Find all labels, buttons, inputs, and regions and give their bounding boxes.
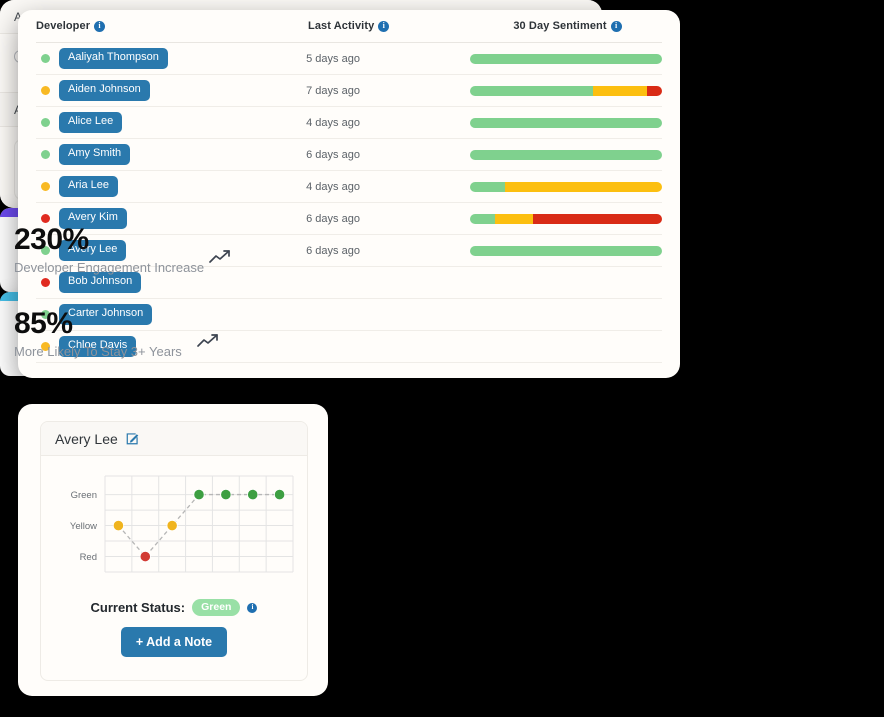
cell-last-activity: 5 days ago xyxy=(306,52,360,65)
avery-lee-title: Avery Lee xyxy=(55,430,118,447)
info-icon[interactable]: i xyxy=(94,20,106,32)
cell-last-activity: 4 days ago xyxy=(306,116,360,129)
cell-last-activity: 4 days ago xyxy=(306,180,360,193)
status-badge: Green xyxy=(192,599,241,616)
cell-sentiment xyxy=(470,245,662,256)
y-axis-tick-label: Green xyxy=(71,490,97,501)
sentiment-segment-green xyxy=(470,213,495,224)
sentiment-segment-green xyxy=(470,117,662,128)
sentiment-segment-yellow xyxy=(592,85,647,96)
status-dot-yellow xyxy=(41,181,50,191)
column-header-developer: Developer i xyxy=(36,20,308,32)
table-row[interactable]: Alice Lee 4 days ago xyxy=(36,107,662,139)
kpi-retention-value: 85% xyxy=(14,307,73,340)
current-status-row: Current Status: Green i xyxy=(41,599,307,616)
table-row[interactable]: Aiden Johnson 7 days ago xyxy=(36,75,662,107)
cell-sentiment xyxy=(470,213,662,224)
chart-data-point[interactable] xyxy=(112,519,125,532)
status-dot-green xyxy=(41,53,50,63)
avery-lee-card: Avery Lee Green Yellow Red Current Status:… xyxy=(40,421,308,681)
table-header-row: Developer i Last Activity i 30 Day Senti… xyxy=(36,10,662,43)
table-row[interactable]: Aria Lee 4 days ago xyxy=(36,171,662,203)
status-history-svg: Green Yellow Red xyxy=(70,475,294,573)
column-header-sentiment-label: 30 Day Sentiment xyxy=(513,20,607,32)
kpi-retention-body: 85% More Likely To Stay 3+ Years xyxy=(0,301,238,359)
sentiment-segment-green xyxy=(470,149,662,160)
chart-data-point[interactable] xyxy=(273,488,286,501)
screenshot-root: Developer i Last Activity i 30 Day Senti… xyxy=(0,0,884,717)
column-header-developer-label: Developer xyxy=(36,20,91,32)
table-row[interactable]: Aaliyah Thompson 5 days ago xyxy=(36,43,662,75)
sentiment-bar xyxy=(470,149,662,160)
kpi-engagement-value: 230% xyxy=(14,223,89,256)
cell-sentiment xyxy=(470,53,662,64)
trend-up-icon xyxy=(208,248,234,271)
cell-developer: Aaliyah Thompson xyxy=(36,48,306,69)
developer-name-badge[interactable]: Amy Smith xyxy=(59,144,131,165)
cell-sentiment xyxy=(470,85,662,96)
trend-up-icon xyxy=(196,332,222,355)
chart-data-point[interactable] xyxy=(220,488,232,501)
current-status-label: Current Status: xyxy=(90,600,186,615)
y-axis-tick-label: Yellow xyxy=(70,521,97,532)
column-header-last-activity-label: Last Activity xyxy=(308,20,375,32)
cell-last-activity: 7 days ago xyxy=(306,84,360,97)
developer-name-badge[interactable]: Aria Lee xyxy=(59,176,118,197)
column-header-last-activity: Last Activity i xyxy=(308,20,473,32)
sentiment-segment-green xyxy=(470,53,662,64)
chart-data-point[interactable] xyxy=(247,488,259,501)
status-dot-green xyxy=(41,117,50,127)
add-note-button[interactable]: + Add a Note xyxy=(120,627,228,657)
cell-developer: Aria Lee xyxy=(36,176,306,197)
developer-name-badge[interactable]: Bob Johnson xyxy=(59,272,142,293)
sentiment-bar xyxy=(470,53,662,64)
edit-pencil-icon[interactable] xyxy=(125,432,139,446)
cell-sentiment xyxy=(470,181,662,192)
sentiment-segment-red xyxy=(533,213,662,224)
column-header-sentiment: 30 Day Sentiment i xyxy=(473,20,662,32)
cell-last-activity: 6 days ago xyxy=(306,148,360,161)
sentiment-bar xyxy=(470,245,662,256)
sentiment-bar xyxy=(470,117,662,128)
cell-developer: Bob Johnson xyxy=(36,272,308,293)
status-dot-green xyxy=(41,149,50,159)
developer-name-badge[interactable]: Aaliyah Thompson xyxy=(59,48,168,69)
info-icon[interactable]: i xyxy=(378,20,390,32)
sentiment-bar xyxy=(470,213,662,224)
developer-name-badge[interactable]: Alice Lee xyxy=(59,112,123,133)
cell-developer: Alice Lee xyxy=(36,112,306,133)
kpi-retention-label: More Likely To Stay 3+ Years xyxy=(14,343,182,359)
cell-last-activity: 6 days ago xyxy=(306,244,360,257)
status-dot-red xyxy=(41,277,50,287)
cell-sentiment xyxy=(470,149,662,160)
y-axis-tick-label: Red xyxy=(80,552,97,563)
sentiment-bar xyxy=(470,181,662,192)
info-icon[interactable]: i xyxy=(247,602,258,613)
chart-data-point[interactable] xyxy=(193,488,205,501)
sentiment-segment-red xyxy=(646,85,662,96)
status-dot-yellow xyxy=(41,85,50,95)
chart-data-point[interactable] xyxy=(166,519,178,532)
sentiment-bar xyxy=(470,85,662,96)
sentiment-segment-green xyxy=(470,181,505,192)
sentiment-segment-green xyxy=(470,85,593,96)
avery-lee-card-header: Avery Lee xyxy=(41,422,307,456)
developer-name-badge[interactable]: Aiden Johnson xyxy=(59,80,150,101)
table-row[interactable]: Amy Smith 6 days ago xyxy=(36,139,662,171)
developer-detail-panel: Avery Lee Green Yellow Red Current Status:… xyxy=(18,404,328,696)
status-history-chart: Green Yellow Red xyxy=(41,456,307,593)
cell-last-activity: 6 days ago xyxy=(306,212,360,225)
cell-sentiment xyxy=(470,117,662,128)
chart-data-point[interactable] xyxy=(139,550,151,563)
kpi-engagement-body: 230% Developer Engagement Increase xyxy=(0,217,250,275)
cell-developer: Aiden Johnson xyxy=(36,80,306,101)
sentiment-segment-green xyxy=(470,245,662,256)
sentiment-segment-yellow xyxy=(504,181,662,192)
cell-developer: Amy Smith xyxy=(36,144,306,165)
sentiment-segment-yellow xyxy=(494,213,534,224)
kpi-engagement-label: Developer Engagement Increase xyxy=(14,259,205,275)
info-icon[interactable]: i xyxy=(610,20,622,32)
